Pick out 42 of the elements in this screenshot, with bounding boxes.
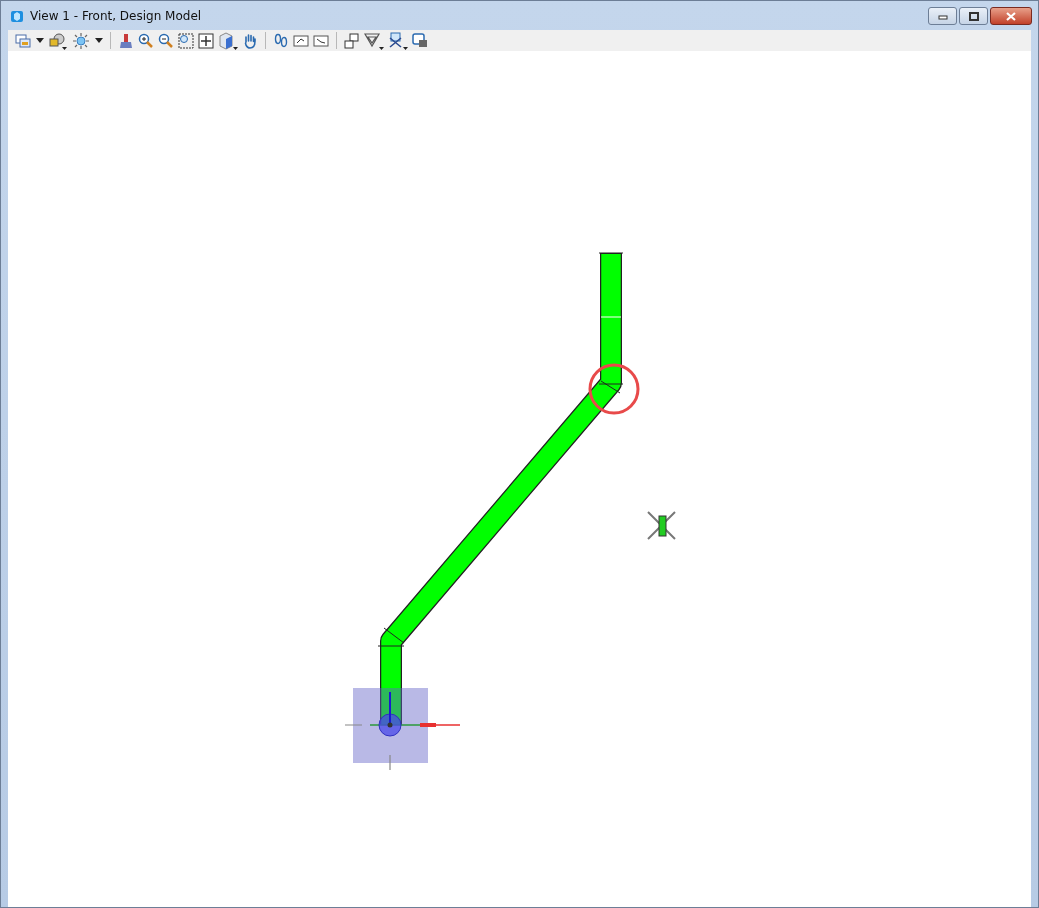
triangle-icon — [364, 31, 384, 50]
update-view-button[interactable] — [118, 31, 134, 50]
sun-icon — [72, 31, 90, 50]
zoom-out-button[interactable] — [158, 31, 174, 50]
zoom-in-icon — [138, 32, 154, 49]
view-axis-button[interactable] — [388, 31, 408, 50]
close-icon — [1006, 11, 1016, 21]
caret-icon — [94, 38, 103, 43]
pan-button[interactable] — [242, 31, 258, 50]
copy-windows-icon — [344, 32, 360, 49]
fit-view-button[interactable] — [198, 31, 214, 50]
fit-view-icon — [198, 32, 214, 49]
hand-icon — [242, 32, 258, 49]
window-area-icon — [178, 32, 194, 49]
cross-marker — [647, 511, 676, 540]
close-button[interactable] — [990, 7, 1032, 25]
camera-button[interactable] — [412, 31, 428, 50]
window-area-button[interactable] — [178, 31, 194, 50]
view-frame-icon — [293, 32, 309, 49]
clip-volume-button[interactable] — [364, 31, 384, 50]
app-icon — [10, 8, 24, 23]
camera-cube-icon — [412, 32, 428, 49]
stacked-windows-icon — [15, 32, 31, 49]
zoom-in-button[interactable] — [138, 31, 154, 50]
view-frame-icon — [313, 32, 329, 49]
walk-button[interactable] — [273, 31, 289, 50]
minimize-button[interactable] — [928, 7, 957, 25]
axis-cube-icon — [388, 31, 408, 50]
cube-icon — [218, 31, 238, 50]
rotate-view-button[interactable] — [218, 31, 238, 50]
lighting-button[interactable] — [72, 31, 90, 50]
window-title: View 1 - Front, Design Model — [30, 8, 202, 23]
minimize-icon — [937, 12, 948, 20]
shapes-icon — [48, 31, 68, 50]
copy-view-button[interactable] — [344, 31, 360, 50]
restore-button[interactable] — [959, 7, 988, 25]
restore-icon — [968, 11, 979, 21]
zoom-out-icon — [158, 32, 174, 49]
view-display-button[interactable] — [48, 31, 68, 50]
paintbrush-icon — [118, 32, 134, 49]
footprints-icon — [273, 32, 289, 49]
caret-icon — [35, 38, 44, 43]
